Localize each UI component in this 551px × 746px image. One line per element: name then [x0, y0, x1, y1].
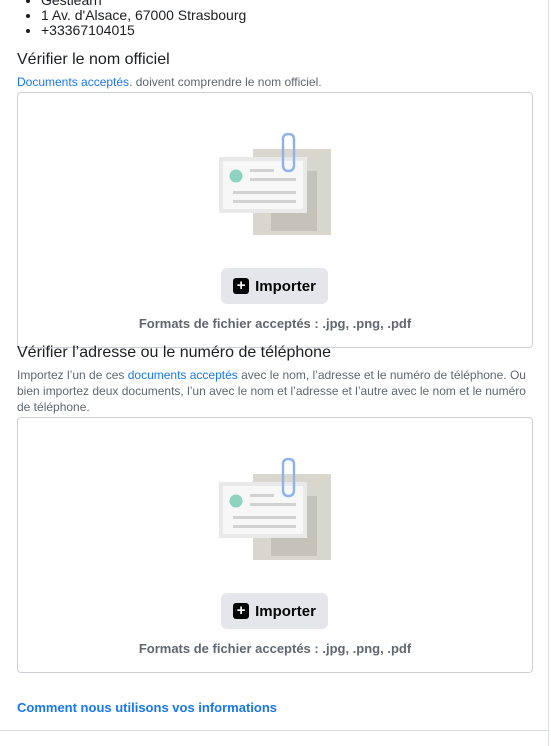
section-description-address-phone: Importez l’un de ces documents acceptés … — [17, 367, 529, 415]
section-title-official-name: Vérifier le nom officiel — [17, 51, 170, 68]
contact-phone: +33367104015 — [41, 23, 246, 38]
accepted-documents-link[interactable]: documents acceptés — [128, 368, 238, 382]
section-description-official-name: Documents acceptés. doivent comprendre l… — [17, 74, 529, 90]
section-title-address-phone: Vérifier l’adresse ou le numéro de télép… — [17, 344, 331, 361]
plus-icon: + — [233, 603, 250, 619]
upload-dropzone-address-phone[interactable]: + Importer Formats de fichier acceptés :… — [17, 417, 533, 673]
import-button-official-name[interactable]: + Importer — [221, 268, 328, 304]
plus-icon: + — [233, 278, 250, 294]
accepted-documents-link[interactable]: Documents acceptés — [17, 75, 129, 89]
description-text-start: Importez l’un de ces — [17, 368, 128, 382]
import-button-label: Importer — [255, 602, 316, 620]
how-we-use-your-info-link[interactable]: Comment nous utilisons vos informations — [17, 700, 277, 715]
accepted-formats-text: Formats de fichier acceptés : .jpg, .png… — [138, 641, 412, 656]
description-text: . doivent comprendre le nom officiel. — [129, 75, 322, 89]
accepted-formats-text: Formats de fichier acceptés : .jpg, .png… — [138, 316, 412, 331]
import-button-address-phone[interactable]: + Importer — [221, 593, 328, 629]
import-button-label: Importer — [255, 277, 316, 295]
divider — [0, 730, 549, 731]
contact-address: 1 Av. d'Alsace, 67000 Strasbourg — [41, 8, 246, 23]
contact-info-list: Gestiearn 1 Av. d'Alsace, 67000 Strasbou… — [24, 0, 246, 38]
document-illustration-icon — [219, 133, 331, 235]
upload-dropzone-official-name[interactable]: + Importer Formats de fichier acceptés :… — [17, 92, 533, 348]
document-illustration-icon — [219, 458, 331, 560]
page: Gestiearn 1 Av. d'Alsace, 67000 Strasbou… — [0, 0, 549, 746]
